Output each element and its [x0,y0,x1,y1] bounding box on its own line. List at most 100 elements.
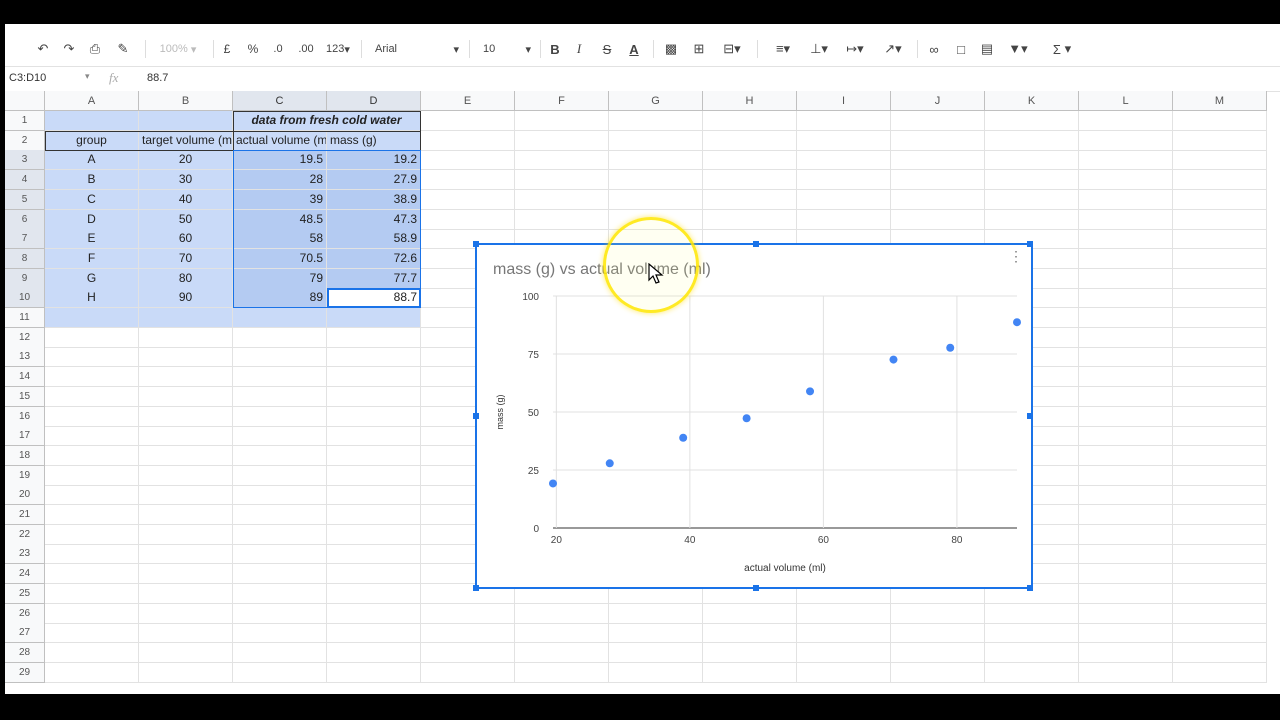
cell[interactable] [1079,268,1173,289]
text-color-button[interactable]: A [625,34,643,64]
cell[interactable] [327,386,421,407]
cell[interactable] [233,445,327,466]
cell[interactable] [985,642,1079,663]
cell[interactable] [985,150,1079,171]
fill-color-icon[interactable]: ▩ [661,34,681,64]
column-header-i[interactable]: I [797,91,891,111]
print-icon[interactable]: ⎙ [85,34,105,64]
cell[interactable] [797,170,891,191]
cell[interactable] [327,564,421,585]
cell[interactable] [327,465,421,486]
insert-chart-icon[interactable]: ▤ [977,34,997,64]
cell[interactable] [327,308,421,328]
cell[interactable] [139,524,233,545]
cell[interactable] [45,485,139,506]
cell[interactable] [327,485,421,506]
cell[interactable] [45,327,139,348]
data-cell[interactable]: 50 [139,209,233,230]
cell[interactable] [1079,465,1173,486]
cell[interactable] [703,170,797,191]
cell[interactable] [891,150,985,171]
cell[interactable] [515,662,609,683]
cell[interactable] [609,130,703,151]
functions-button[interactable]: Σ ▾ [1047,34,1077,64]
cell[interactable] [703,130,797,151]
data-cell[interactable]: 48.5 [233,209,327,230]
cell[interactable] [891,209,985,230]
cell[interactable] [1079,347,1173,368]
cell[interactable] [797,150,891,171]
cell[interactable] [139,642,233,663]
cell[interactable] [139,603,233,624]
data-cell[interactable]: F [45,248,139,269]
cell[interactable] [985,130,1079,151]
cell[interactable] [1079,229,1173,250]
data-cell[interactable]: 80 [139,268,233,289]
cell[interactable] [797,130,891,151]
row-header-13[interactable]: 13 [5,347,45,368]
cell[interactable] [233,505,327,525]
cell[interactable] [421,111,515,131]
data-cell[interactable]: 70.5 [233,248,327,269]
cell[interactable] [45,544,139,565]
currency-button[interactable]: £ [219,34,235,64]
cell[interactable] [891,170,985,191]
table-title[interactable]: data from fresh cold water [233,111,421,131]
data-cell[interactable]: E [45,229,139,250]
column-header-e[interactable]: E [421,91,515,111]
cell[interactable] [1079,248,1173,269]
cell[interactable] [703,150,797,171]
cell[interactable] [1173,288,1267,309]
cell[interactable] [891,189,985,210]
cell[interactable] [891,662,985,683]
cell[interactable] [45,426,139,447]
merge-cells-icon[interactable]: ⊟▾ [717,34,747,64]
select-all-corner[interactable] [5,91,45,111]
cell[interactable] [609,111,703,131]
data-cell[interactable]: 79 [233,268,327,289]
cell[interactable] [327,603,421,624]
cell[interactable] [45,465,139,486]
decrease-decimal-button[interactable]: .0 [269,34,287,64]
cell[interactable] [233,485,327,506]
strikethrough-button[interactable]: S [599,34,615,64]
active-cell[interactable]: 88.7 [327,288,421,308]
resize-handle[interactable] [1027,413,1033,419]
cell[interactable] [45,347,139,368]
cell[interactable] [45,308,139,328]
resize-handle[interactable] [473,413,479,419]
cell[interactable] [1173,170,1267,191]
cell[interactable] [1173,327,1267,348]
data-cell[interactable]: 47.3 [327,209,421,230]
cell[interactable] [421,662,515,683]
cell[interactable] [703,189,797,210]
cell[interactable] [1173,189,1267,210]
row-header-5[interactable]: 5 [5,189,45,210]
cell[interactable] [985,623,1079,644]
link-icon[interactable]: ∞ [923,34,945,64]
cell[interactable] [985,603,1079,624]
cell[interactable] [233,327,327,348]
cell[interactable] [1173,505,1267,525]
increase-decimal-button[interactable]: .00 [295,34,317,64]
row-header-3[interactable]: 3 [5,150,45,171]
cell[interactable] [609,623,703,644]
resize-handle[interactable] [1027,585,1033,591]
column-header-m[interactable]: M [1173,91,1267,111]
data-cell[interactable]: 28 [233,170,327,191]
cell[interactable] [1173,406,1267,427]
row-header-16[interactable]: 16 [5,406,45,427]
cell[interactable] [797,603,891,624]
resize-handle[interactable] [1027,241,1033,247]
cell[interactable] [421,170,515,191]
cell[interactable] [797,111,891,131]
column-header-j[interactable]: J [891,91,985,111]
data-cell[interactable]: 30 [139,170,233,191]
row-header-4[interactable]: 4 [5,170,45,191]
cell[interactable] [45,386,139,407]
cell[interactable] [515,623,609,644]
cell[interactable] [1173,485,1267,506]
cell[interactable] [515,130,609,151]
cell[interactable] [233,524,327,545]
row-header-11[interactable]: 11 [5,308,45,328]
